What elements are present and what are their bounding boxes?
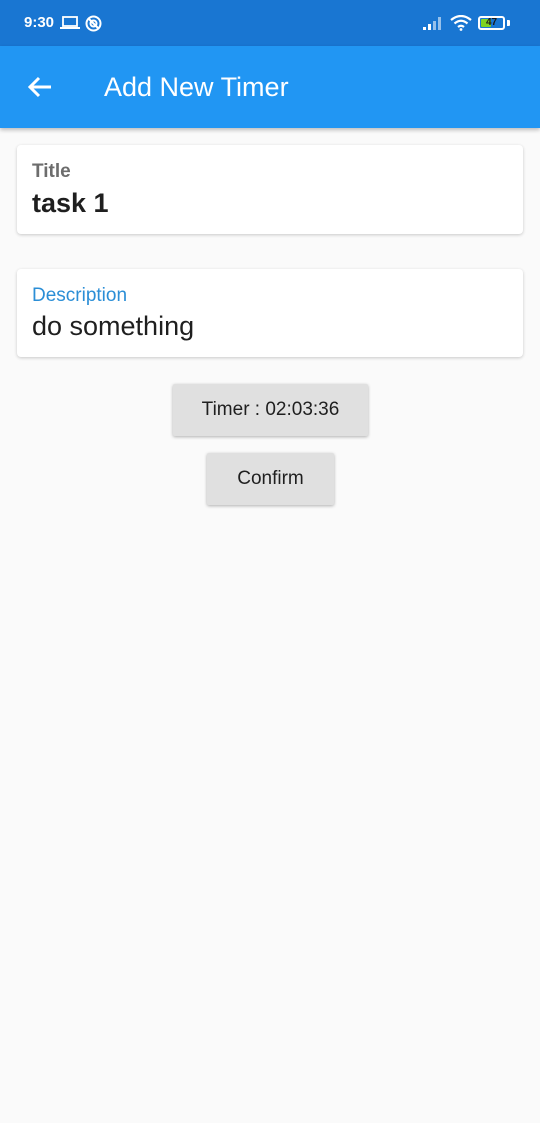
timer-button[interactable]: Timer : 02:03:36	[173, 384, 368, 436]
battery-icon: 47	[478, 16, 505, 30]
page-title: Add New Timer	[104, 72, 289, 102]
sync-icon	[85, 15, 102, 37]
signal-icon	[423, 16, 443, 35]
app-bar: Add New Timer	[0, 46, 540, 128]
battery-level: 47	[485, 17, 498, 28]
title-field[interactable]: Title task 1	[17, 145, 523, 234]
confirm-button[interactable]: Confirm	[207, 453, 334, 505]
back-button[interactable]	[18, 67, 62, 107]
laptop-icon	[60, 16, 80, 35]
description-field-label: Description	[32, 285, 128, 306]
status-bar: 9:30 47	[0, 0, 540, 46]
description-field[interactable]: Description do something	[17, 269, 523, 357]
title-field-label: Title	[32, 161, 71, 182]
battery-tip	[507, 20, 510, 26]
arrow-back-icon	[27, 76, 51, 98]
title-input[interactable]: task 1	[32, 188, 109, 219]
wifi-icon	[450, 14, 472, 36]
description-input[interactable]: do something	[32, 311, 194, 342]
status-time: 9:30	[24, 14, 55, 31]
